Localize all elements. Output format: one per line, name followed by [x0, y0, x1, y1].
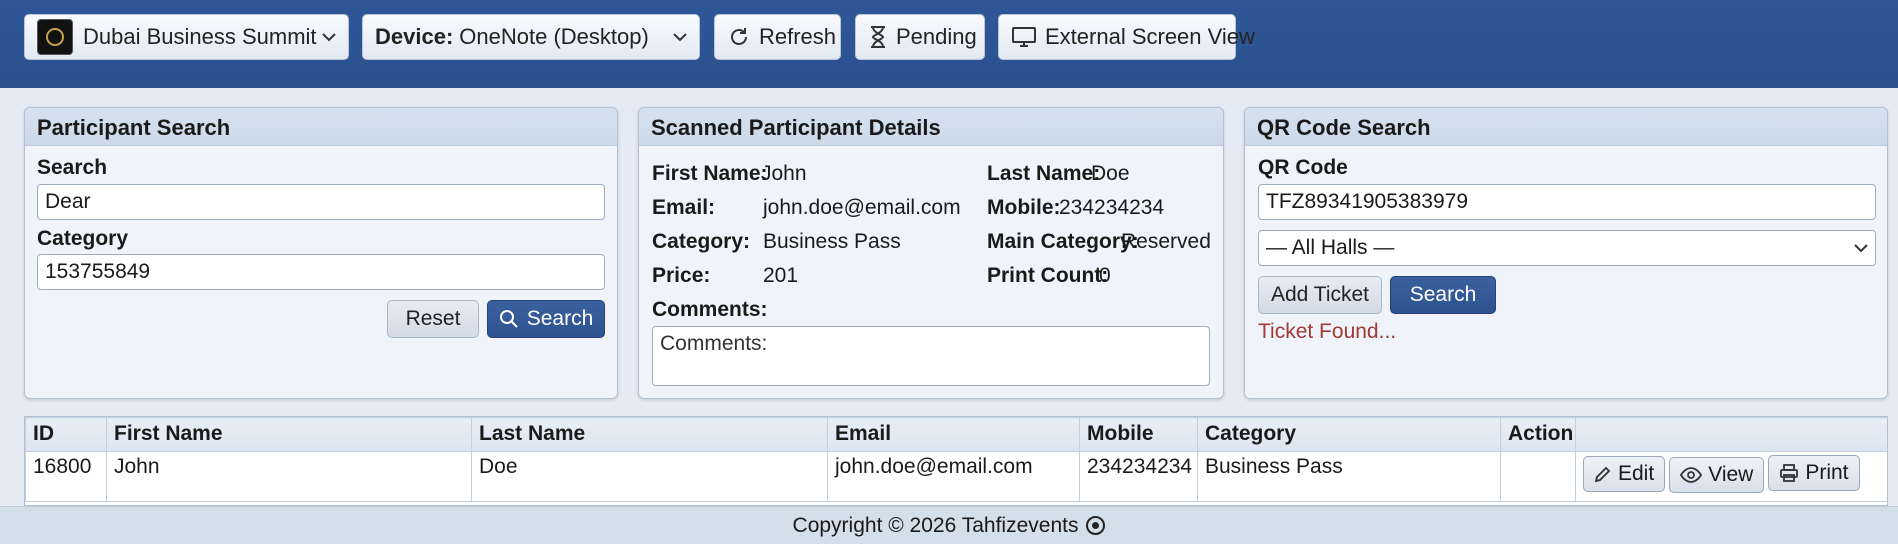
pending-button[interactable]: Pending	[855, 14, 985, 60]
view-button[interactable]: View	[1669, 457, 1765, 493]
price-value: 201	[763, 264, 799, 287]
cell-first-name: John	[106, 451, 472, 502]
top-toolbar: Dubai Business Summit Device: OneNote (D…	[0, 0, 1898, 88]
price-label: Price:	[652, 264, 711, 287]
search-icon	[499, 310, 518, 328]
reset-button[interactable]: Reset	[387, 300, 479, 338]
qr-search-button[interactable]: Search	[1390, 276, 1496, 314]
event-name: Dubai Business Summit	[83, 24, 317, 49]
footer: Copyright © 2026 Tahfizevents	[0, 506, 1898, 544]
printer-icon	[1780, 464, 1799, 482]
cell-id: 16800	[25, 451, 107, 502]
col-email: Email	[827, 417, 1080, 452]
eye-icon	[1680, 467, 1703, 483]
col-id: ID	[25, 417, 107, 452]
hall-select[interactable]: — All Halls —	[1258, 230, 1876, 266]
edit-button[interactable]: Edit	[1583, 456, 1666, 492]
chevron-down-icon	[673, 32, 687, 41]
category-input[interactable]: 153755849	[37, 254, 605, 290]
chevron-down-icon	[322, 32, 336, 41]
first-name-value: John	[761, 162, 807, 185]
qr-code-input[interactable]: TFZ89341905383979	[1258, 184, 1876, 220]
scanned-details-panel: Scanned Participant Details First Name: …	[638, 107, 1224, 399]
print-label: Print	[1805, 461, 1849, 484]
main-category-value: Reserved	[1121, 230, 1211, 253]
refresh-icon	[731, 28, 747, 45]
last-name-label: Last Name:	[987, 162, 1101, 185]
first-name-label: First Name:	[652, 162, 768, 185]
search-label: Search	[37, 156, 108, 179]
cell-email: john.doe@email.com	[827, 451, 1080, 502]
chevron-down-icon	[1854, 243, 1868, 252]
view-label: View	[1708, 463, 1754, 486]
print-count-label: Print Count:	[987, 264, 1109, 287]
qr-code-label: QR Code	[1258, 156, 1348, 179]
brand-icon	[1086, 516, 1106, 535]
event-selector[interactable]: Dubai Business Summit	[24, 14, 349, 60]
device-label: Device:	[375, 24, 454, 49]
edit-label: Edit	[1618, 462, 1655, 485]
last-name-value: Doe	[1091, 162, 1130, 185]
col-mobile: Mobile	[1079, 417, 1198, 452]
col-first-name: First Name	[106, 417, 472, 452]
device-selector[interactable]: Device: OneNote (Desktop)	[362, 14, 700, 60]
mobile-value: 234234234	[1059, 196, 1165, 219]
add-ticket-button[interactable]: Add Ticket	[1258, 276, 1382, 314]
monitor-icon	[1012, 27, 1036, 47]
panel-title: Participant Search	[25, 108, 617, 146]
copyright-text: Copyright © 2026 Tahfizevents	[792, 513, 1079, 537]
comments-textarea[interactable]: Comments:	[652, 326, 1210, 386]
cell-last-name: Doe	[471, 451, 828, 502]
event-logo	[37, 19, 73, 55]
participant-search-panel: Participant Search Search Dear Category …	[24, 107, 618, 399]
cell-buttons: Edit View Print	[1575, 451, 1887, 502]
category-label: Category	[37, 227, 129, 250]
hourglass-icon	[871, 26, 885, 48]
table-row: 16800 John Doe john.doe@email.com 234234…	[25, 451, 1887, 502]
category-label: Category:	[652, 230, 751, 253]
col-last-name: Last Name	[471, 417, 828, 452]
print-count-value: 0	[1099, 264, 1111, 287]
panel-title: Scanned Participant Details	[639, 108, 1223, 146]
print-button[interactable]: Print	[1768, 455, 1860, 491]
external-label: External Screen View	[1045, 24, 1255, 49]
table-header-row: ID First Name Last Name Email Mobile Cat…	[25, 417, 1887, 452]
col-category: Category	[1197, 417, 1501, 452]
cell-category: Business Pass	[1197, 451, 1501, 502]
email-label: Email:	[652, 196, 716, 219]
participant-search-button[interactable]: Search	[487, 300, 605, 338]
col-buttons	[1575, 417, 1887, 452]
col-action: Action	[1500, 417, 1576, 452]
main-category-label: Main Category:	[987, 230, 1139, 253]
participants-table: ID First Name Last Name Email Mobile Cat…	[24, 416, 1888, 506]
cell-action	[1500, 451, 1576, 502]
qr-search-panel: QR Code Search QR Code TFZ89341905383979…	[1244, 107, 1888, 399]
search-input[interactable]: Dear	[37, 184, 605, 220]
external-screen-button[interactable]: External Screen View	[998, 14, 1255, 60]
hall-select-value: — All Halls —	[1266, 236, 1395, 259]
comments-label: Comments:	[652, 298, 768, 321]
mobile-label: Mobile:	[987, 196, 1061, 219]
email-value: john.doe@email.com	[763, 196, 961, 219]
refresh-label: Refresh	[759, 24, 837, 49]
pending-label: Pending	[896, 24, 977, 49]
ticket-status: Ticket Found...	[1258, 320, 1397, 343]
cell-mobile: 234234234	[1079, 451, 1198, 502]
refresh-button[interactable]: Refresh	[714, 14, 841, 60]
pencil-icon	[1594, 466, 1611, 483]
device-value: OneNote (Desktop)	[459, 24, 649, 49]
panel-title: QR Code Search	[1245, 108, 1887, 146]
search-button-label: Search	[526, 307, 594, 330]
category-value: Business Pass	[763, 230, 901, 253]
